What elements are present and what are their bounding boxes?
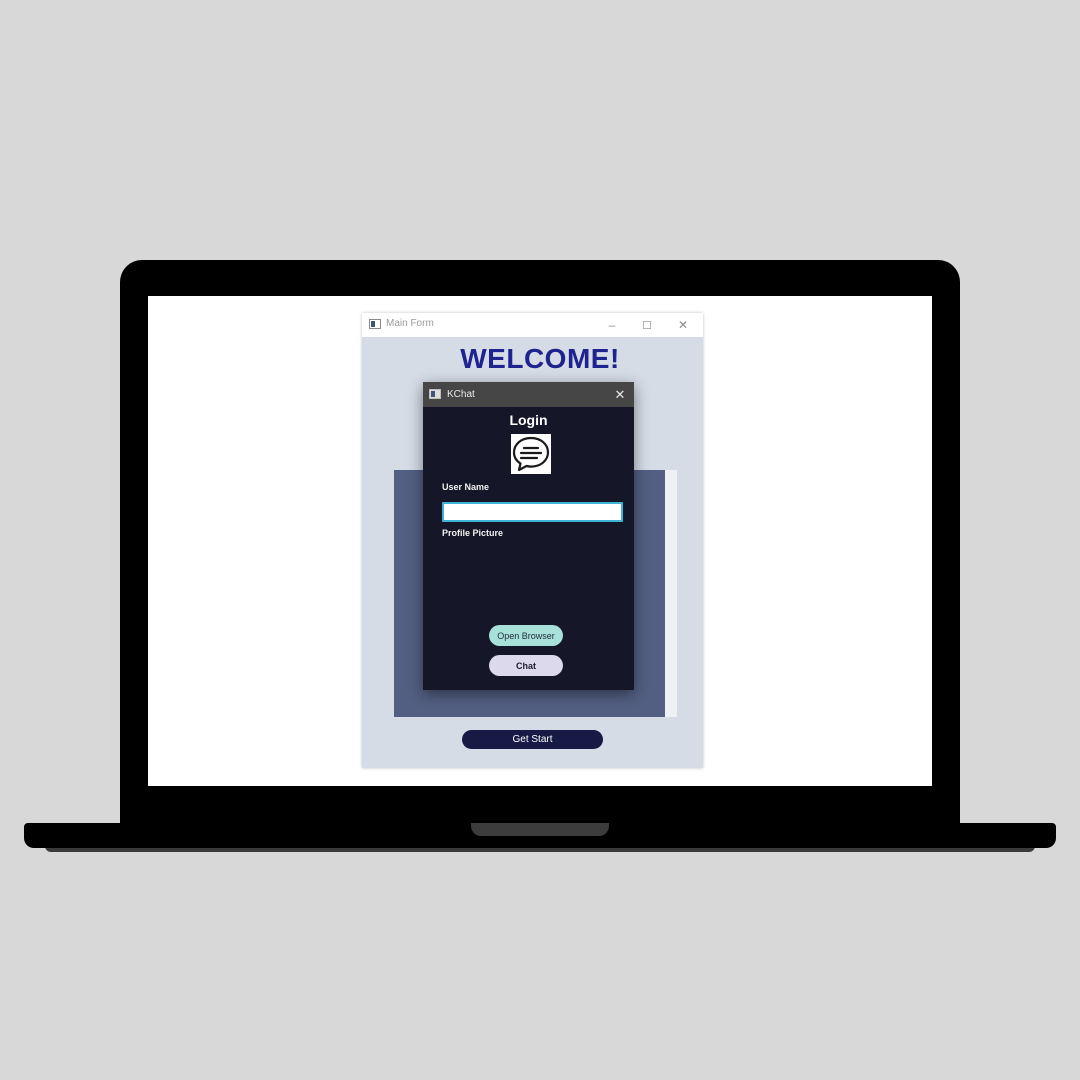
profile-picture-label: Profile Picture: [442, 528, 504, 538]
get-start-button[interactable]: Get Start: [462, 730, 603, 749]
app-window-icon: [369, 319, 381, 329]
laptop-notch: [471, 823, 609, 836]
login-heading: Login: [509, 412, 548, 428]
main-form-titlebar[interactable]: Main Form – ☐ ✕: [362, 313, 703, 337]
user-name-label: User Name: [442, 482, 490, 492]
kchat-title: KChat: [447, 389, 475, 400]
close-icon[interactable]: ✕: [609, 386, 631, 404]
welcome-heading: WELCOME!: [460, 343, 620, 374]
open-browser-button[interactable]: Open Browser: [489, 625, 563, 646]
chat-bubble-icon: [511, 434, 551, 474]
laptop-screen: Main Form – ☐ ✕ WELCOME! Get Start KChat…: [148, 296, 932, 786]
main-form-title: Main Form: [386, 318, 434, 329]
chat-button[interactable]: Chat: [489, 655, 563, 676]
close-icon[interactable]: ✕: [671, 316, 695, 334]
minimize-icon[interactable]: –: [600, 316, 624, 334]
main-form-scrollbar[interactable]: [665, 470, 677, 717]
maximize-icon[interactable]: ☐: [635, 316, 659, 334]
app-window-icon: [429, 389, 441, 399]
user-name-input[interactable]: [442, 502, 623, 522]
kchat-dialog: KChat ✕ Login User Name Profile Picture …: [423, 382, 634, 690]
kchat-titlebar[interactable]: KChat ✕: [423, 382, 634, 407]
